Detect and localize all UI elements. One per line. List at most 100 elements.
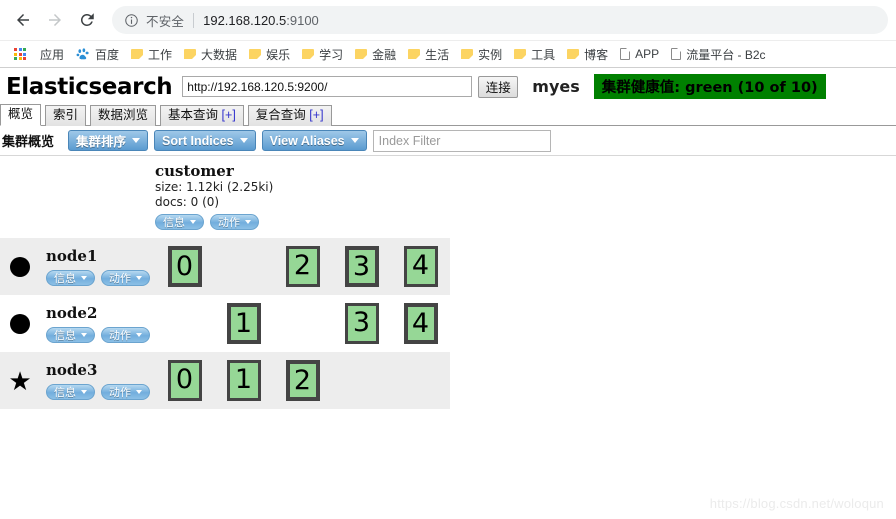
node-master-marker (8, 256, 32, 277)
shard-box[interactable]: 2 (285, 246, 320, 287)
node-info-label: 信息 (54, 271, 76, 285)
node-action-button[interactable]: 动作 (101, 269, 150, 286)
node-info-button[interactable]: 信息 (46, 383, 95, 400)
bookmark-folder-gongzuo[interactable]: 工作 (126, 44, 177, 65)
shard-cell-empty (273, 295, 332, 352)
circle-icon (10, 313, 30, 334)
tab-label: 概览 (8, 107, 34, 121)
shard-cell: 3 (332, 295, 391, 352)
sort-indices-label: Sort Indices (162, 133, 234, 148)
omnibox-separator (193, 12, 195, 28)
bookmark-folder-boke[interactable]: 博客 (562, 44, 613, 65)
node-action-button[interactable]: 动作 (101, 383, 150, 400)
shard-cell: 0 (155, 238, 214, 295)
cluster-overview-table: customer size: 1.12ki (2.25ki) docs: 0 (… (0, 156, 451, 409)
bookmark-label: 大数据 (201, 47, 238, 62)
forward-button[interactable] (40, 5, 70, 35)
index-info-button[interactable]: 信息 (155, 214, 204, 230)
chevron-down-icon (190, 220, 196, 224)
bookmark-folder-shenghuo[interactable]: 生活 (403, 44, 454, 65)
node-master-marker: ★ (8, 365, 32, 396)
bookmark-folder-xuexi[interactable]: 学习 (297, 44, 348, 65)
folder-icon (461, 49, 474, 59)
cluster-url-input[interactable] (182, 76, 473, 97)
shard-box[interactable]: 3 (344, 303, 379, 344)
tab-composite-query[interactable]: 复合查询 [+] (247, 105, 332, 126)
connect-button[interactable]: 连接 (478, 75, 519, 98)
tab-overview[interactable]: 概览 (0, 104, 42, 126)
node-action-label: 动作 (109, 385, 131, 399)
address-bar[interactable]: 不安全 192.168.120.5:9100 (112, 6, 888, 34)
bookmark-folder-gongju[interactable]: 工具 (509, 44, 560, 65)
shard-box[interactable]: 1 (226, 360, 261, 401)
back-button[interactable] (8, 5, 38, 35)
index-action-button[interactable]: 动作 (210, 214, 259, 230)
document-icon (671, 48, 682, 60)
folder-icon (249, 49, 262, 59)
reload-button[interactable] (72, 5, 102, 35)
tab-label: 索引 (53, 108, 79, 122)
shard-box[interactable]: 0 (167, 246, 202, 287)
tab-data-browser[interactable]: 数据浏览 (90, 105, 157, 126)
shard-box[interactable]: 1 (226, 303, 261, 344)
shard-cell-empty (155, 295, 214, 352)
star-icon: ★ (8, 365, 32, 396)
info-circle-icon[interactable] (124, 13, 139, 28)
chevron-down-icon (239, 138, 248, 143)
bookmark-folder-jinrong[interactable]: 金融 (350, 44, 401, 65)
table-row: ★ node3 信息 动作 0 1 2 (0, 352, 451, 409)
node-master-marker (8, 313, 32, 334)
node-info-button[interactable]: 信息 (46, 269, 95, 286)
bookmark-folder-dashuju[interactable]: 大数据 (179, 44, 242, 65)
cluster-toolbar: 集群概览 集群排序 Sort Indices View Aliases (0, 126, 896, 156)
index-name: customer (155, 162, 234, 180)
apps-grid-icon (14, 48, 26, 60)
sort-indices-button[interactable]: Sort Indices (154, 130, 256, 151)
toolbar-title: 集群概览 (2, 135, 55, 150)
bookmark-liuliang-b2c[interactable]: 流量平台 - B2c (666, 44, 770, 65)
node-cell: node1 信息 动作 (0, 238, 155, 295)
chevron-down-icon (132, 138, 141, 143)
node-actions: 信息 动作 (46, 269, 150, 286)
shard-box[interactable]: 2 (285, 360, 320, 401)
tab-indices[interactable]: 索引 (45, 105, 87, 126)
bookmark-label: 应用 (40, 47, 65, 62)
sort-cluster-label: 集群排序 (76, 135, 127, 149)
shard-box[interactable]: 3 (344, 246, 379, 287)
bookmark-app[interactable]: APP (615, 45, 664, 63)
index-action-label: 动作 (218, 216, 240, 229)
index-actions: 信息 动作 (155, 214, 450, 230)
view-aliases-button[interactable]: View Aliases (261, 130, 367, 151)
shard-cell: 2 (273, 352, 332, 409)
index-filter-input[interactable] (372, 129, 551, 152)
node-cell: node2 信息 动作 (0, 295, 155, 352)
sort-cluster-button[interactable]: 集群排序 (68, 130, 149, 151)
bookmark-folder-shili[interactable]: 实例 (456, 44, 507, 65)
node-action-label: 动作 (109, 271, 131, 285)
cluster-health-badge: 集群健康值: green (10 of 10) (593, 74, 826, 99)
bookmark-baidu[interactable]: 百度 (71, 44, 124, 65)
tab-suffix: [+] (221, 108, 236, 122)
node-action-button[interactable]: 动作 (101, 326, 150, 343)
shard-box[interactable]: 4 (403, 303, 438, 344)
node-name: node3 (46, 360, 98, 379)
shard-cell: 3 (332, 238, 391, 295)
node-actions: 信息 动作 (46, 326, 150, 343)
shard-box[interactable]: 0 (167, 360, 202, 401)
index-header-cell: customer size: 1.12ki (2.25ki) docs: 0 (… (155, 156, 451, 238)
table-row: node2 信息 动作 1 3 4 (0, 295, 451, 352)
shard-cell-empty (332, 352, 391, 409)
tab-label: 数据浏览 (98, 108, 149, 122)
bookmark-label: 工作 (148, 47, 173, 62)
bookmarks-bar: 应用 百度 工作 大数据 娱乐 学习 金融 生活 实例 工具 博客 APP 流量… (0, 40, 896, 67)
tab-basic-query[interactable]: 基本查询 [+] (160, 105, 244, 126)
bookmark-label: 百度 (95, 47, 120, 62)
shard-box[interactable]: 4 (403, 246, 438, 287)
node-info-button[interactable]: 信息 (46, 326, 95, 343)
bookmark-label: 生活 (425, 47, 450, 62)
bookmark-label: APP (635, 47, 660, 61)
chevron-down-icon (350, 138, 359, 143)
bookmark-folder-yule[interactable]: 娱乐 (244, 44, 295, 65)
bookmark-apps[interactable]: 应用 (6, 44, 69, 65)
chevron-down-icon (81, 275, 87, 280)
